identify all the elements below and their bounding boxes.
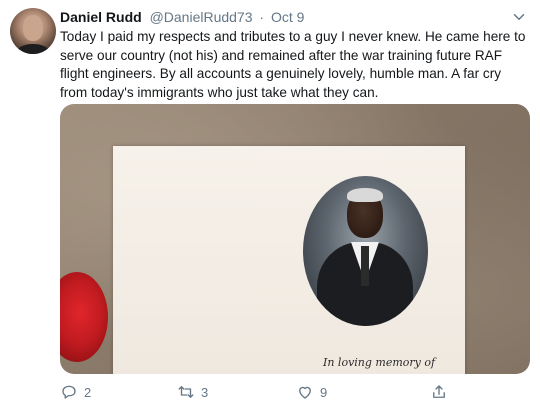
chevron-down-icon[interactable] [510,8,528,26]
retweet-button[interactable]: 3 [177,383,208,401]
reply-icon [62,385,76,399]
like-button[interactable]: 9 [296,383,327,401]
header-separator: · [259,9,265,25]
avatar[interactable] [10,8,56,54]
tweet-date[interactable]: Oct 9 [271,9,304,25]
poppy-flower [60,272,108,362]
tweet-text: Today I paid my respects and tributes to… [60,29,526,100]
portrait-hair [347,188,383,202]
author-name[interactable]: Daniel Rudd [60,9,142,25]
tweet-media-image[interactable]: In loving memory of [60,104,530,374]
author-handle[interactable]: @DanielRudd73 [150,9,253,25]
tweet[interactable]: Daniel Rudd @DanielRudd73 · Oct 9 Today … [0,0,540,413]
heart-icon [299,386,311,399]
avatar-face [23,15,43,41]
retweet-icon [178,386,194,398]
retweet-count: 3 [201,384,209,400]
like-count: 9 [320,384,328,400]
reply-count: 2 [84,384,92,400]
share-icon [433,385,445,398]
portrait-photo [303,176,428,326]
tweet-actions: 2 3 9 [60,383,480,405]
avatar-shirt [16,44,50,54]
card-caption: In loving memory of [323,356,436,369]
tweet-header: Daniel Rudd @DanielRudd73 · Oct 9 [60,8,304,26]
memorial-card: In loving memory of [113,146,465,374]
portrait-tie [361,246,369,286]
share-button[interactable] [430,383,448,401]
reply-button[interactable]: 2 [60,383,91,401]
